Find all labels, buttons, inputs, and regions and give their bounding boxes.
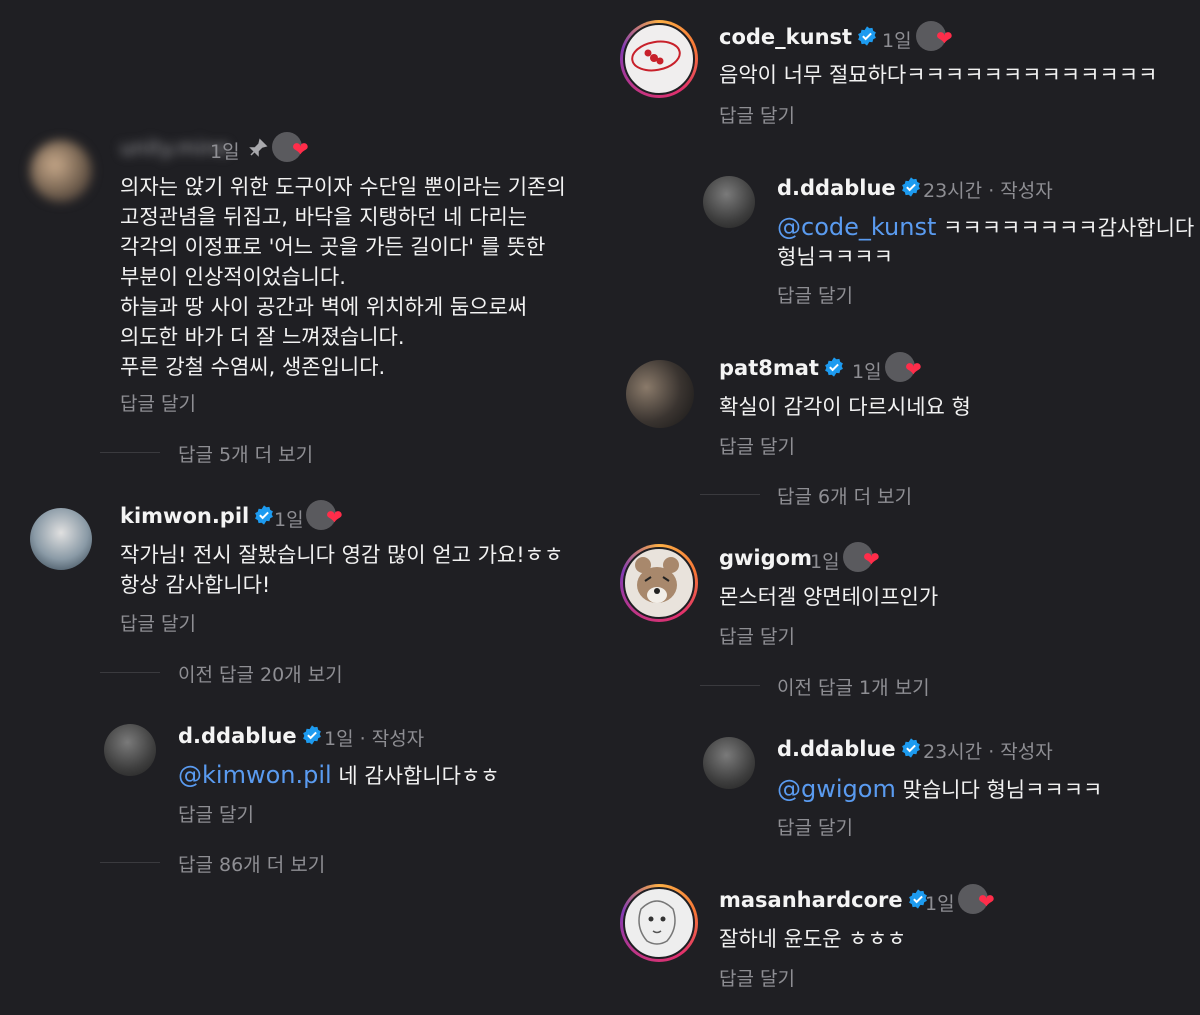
commenter-avatar[interactable]	[620, 884, 698, 962]
verified-icon	[255, 505, 274, 525]
comment-time: 1일	[852, 361, 882, 383]
reply-button[interactable]: 답글 달기	[719, 622, 795, 649]
comment-time: 1일	[274, 509, 304, 531]
divider	[700, 685, 760, 686]
comment-time: 1일 · 작성자	[324, 728, 425, 750]
view-more-replies-button[interactable]: 답글 5개 더 보기	[178, 440, 313, 467]
comment-text: 작가님! 전시 잘봤습니다 영감 많이 얻고 가요!ㅎㅎ 항상 감사합니다!	[120, 543, 564, 597]
comment-username[interactable]: gwigom	[719, 546, 812, 570]
comment-text: 확실이 감각이 다르시네요 형	[719, 395, 971, 419]
right-comment-panel: code_kunst 1일 ❤ 음악이 너무 절묘하다ㅋㅋㅋㅋㅋㅋㅋㅋㅋㅋㅋㅋㅋ…	[600, 0, 1200, 1015]
comment-username[interactable]: masanhardcore	[719, 888, 929, 912]
mention-link[interactable]: @code_kunst	[777, 213, 936, 241]
comment-time: 1일	[210, 137, 268, 164]
liked-by-author-icon: ❤	[306, 500, 346, 532]
comment-text-line2: 형님ㅋㅋㅋㅋ	[777, 245, 893, 269]
comment-time: 23시간 · 작성자	[923, 180, 1053, 202]
mention-link[interactable]: @gwigom	[777, 775, 896, 803]
comment-text: @gwigom 맞습니다 형님ㅋㅋㅋㅋ	[777, 775, 1103, 803]
comment-time: 23시간 · 작성자	[923, 741, 1053, 763]
verified-icon	[825, 357, 843, 377]
liked-by-author-icon: ❤	[272, 132, 312, 164]
reply-button[interactable]: 답글 달기	[120, 389, 196, 416]
comment-time: 1일	[882, 30, 912, 52]
liked-by-author-icon: ❤	[885, 352, 925, 384]
view-more-replies-button[interactable]: 답글 86개 더 보기	[178, 850, 325, 877]
comment-username[interactable]: kimwon.pil	[120, 504, 275, 528]
comment-username[interactable]: d.ddablue	[777, 737, 922, 761]
mention-link[interactable]: @kimwon.pil	[178, 761, 332, 789]
commenter-avatar[interactable]	[30, 508, 92, 570]
view-previous-replies-button[interactable]: 이전 답글 1개 보기	[777, 673, 930, 700]
reply-button[interactable]: 답글 달기	[719, 432, 795, 459]
divider	[700, 494, 760, 495]
reply-button[interactable]: 답글 달기	[120, 609, 196, 636]
comment-username[interactable]: d.ddablue	[178, 724, 323, 748]
left-comment-panel: unity.mine 1일 ❤ 의자는 앉기 위한 도구이자 수단일 뿐이라는 …	[0, 0, 600, 1015]
commenter-avatar[interactable]	[620, 544, 698, 622]
liked-by-author-icon: ❤	[843, 542, 883, 574]
comment-time: 1일	[810, 551, 840, 573]
view-previous-replies-button[interactable]: 이전 답글 20개 보기	[178, 660, 343, 687]
commenter-avatar[interactable]	[703, 737, 755, 789]
comment-text: 의자는 앉기 위한 도구이자 수단일 뿐이라는 기존의 고정관념을 뒤집고, 바…	[120, 175, 566, 379]
verified-icon	[858, 26, 876, 46]
commenter-avatar[interactable]	[620, 20, 698, 98]
verified-icon	[302, 725, 321, 745]
comment-time: 1일	[925, 893, 955, 915]
comment-text: 음악이 너무 절묘하다ㅋㅋㅋㅋㅋㅋㅋㅋㅋㅋㅋㅋㅋ	[719, 63, 1158, 87]
commenter-avatar[interactable]	[626, 360, 694, 428]
view-more-replies-button[interactable]: 답글 6개 더 보기	[777, 482, 912, 509]
comment-username[interactable]: pat8mat	[719, 356, 845, 380]
comment-text: 몬스터겔 양면테이프인가	[719, 585, 939, 609]
reply-button[interactable]: 답글 달기	[719, 101, 795, 128]
reply-button[interactable]: 답글 달기	[777, 813, 853, 840]
verified-icon	[901, 738, 920, 758]
comment-username[interactable]: d.ddablue	[777, 176, 922, 200]
reply-button[interactable]: 답글 달기	[719, 964, 795, 991]
verified-icon	[901, 177, 920, 197]
divider	[100, 862, 160, 863]
reply-button[interactable]: 답글 달기	[777, 281, 853, 308]
commenter-avatar[interactable]	[703, 176, 755, 228]
pin-icon	[248, 138, 268, 163]
liked-by-author-icon: ❤	[916, 21, 956, 53]
divider	[100, 672, 160, 673]
divider	[100, 452, 160, 453]
reply-button[interactable]: 답글 달기	[178, 800, 254, 827]
commenter-avatar[interactable]	[104, 724, 156, 776]
comment-username[interactable]: code_kunst	[719, 25, 878, 49]
liked-by-author-icon: ❤	[958, 884, 998, 916]
comment-text: @code_kunst ㅋㅋㅋㅋㅋㅋㅋㅋ감사합니다	[777, 213, 1195, 241]
comment-text: @kimwon.pil 네 감사합니다ㅎㅎ	[178, 761, 500, 789]
commenter-avatar[interactable]	[30, 140, 92, 202]
comment-text: 잘하네 윤도운 ㅎㅎㅎ	[719, 927, 907, 951]
